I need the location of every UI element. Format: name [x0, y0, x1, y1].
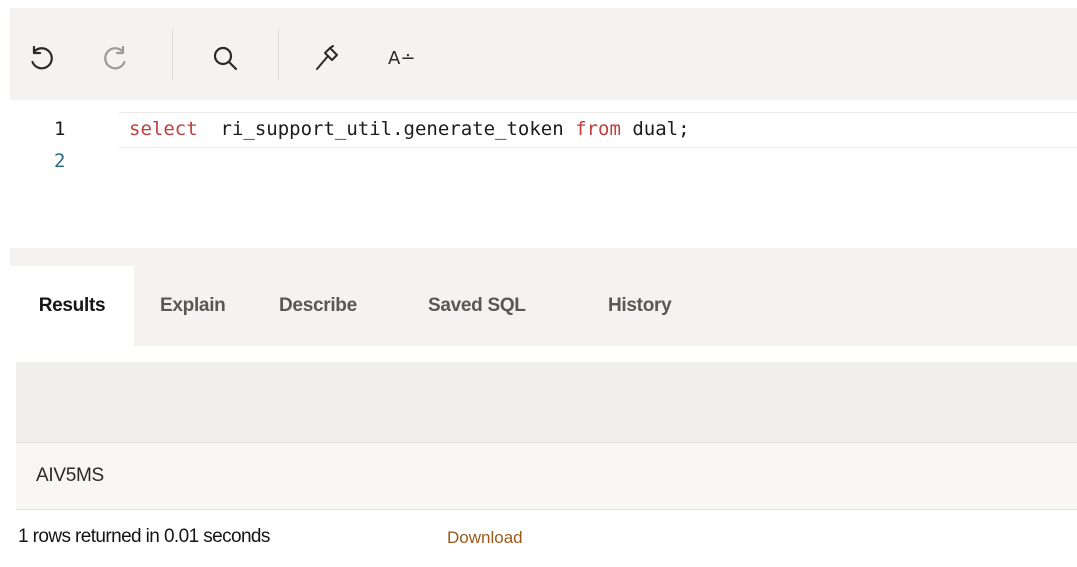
- tab-explain[interactable]: Explain: [160, 266, 226, 346]
- tab-describe[interactable]: Describe: [279, 266, 357, 346]
- tab-saved-sql[interactable]: Saved SQL: [428, 266, 526, 346]
- tab-results[interactable]: Results: [10, 266, 134, 346]
- code-expression: ri_support_util.generate_token: [197, 118, 576, 140]
- tab-history[interactable]: History: [608, 266, 672, 346]
- undo-button[interactable]: [24, 41, 58, 75]
- line-number: 2: [54, 150, 66, 172]
- results-column-header: [16, 362, 1077, 443]
- sql-statement: select ri_support_util.generate_token fr…: [129, 118, 690, 140]
- code-table: dual;: [620, 118, 690, 140]
- redo-button[interactable]: [99, 41, 133, 75]
- table-cell: AIV5MS: [36, 465, 104, 486]
- sql-workshop-page: A∸ 1 2 select ri_support_util.generate_t…: [0, 0, 1077, 567]
- font-size-button[interactable]: A∸: [388, 48, 415, 69]
- toolbar-divider: [172, 30, 173, 80]
- redo-icon: [102, 44, 130, 72]
- search-icon: [211, 44, 239, 72]
- code-line-active[interactable]: select ri_support_util.generate_token fr…: [119, 112, 1077, 148]
- toolbar-divider: [278, 30, 279, 80]
- results-panel: AIV5MS 1 rows returned in 0.01 seconds D…: [10, 346, 1077, 567]
- undo-icon: [27, 44, 55, 72]
- editor-toolbar: A∸: [10, 8, 1077, 100]
- find-button[interactable]: [208, 41, 242, 75]
- table-row[interactable]: AIV5MS: [16, 443, 1077, 510]
- line-number: 1: [54, 118, 66, 140]
- keyword-select: select: [129, 118, 198, 140]
- splitter-bar[interactable]: [10, 248, 1077, 266]
- keyword-from: from: [575, 118, 621, 140]
- sql-editor[interactable]: 1 2 select ri_support_util.generate_toke…: [10, 100, 1077, 248]
- rows-returned-status: 1 rows returned in 0.01 seconds: [18, 526, 270, 547]
- output-tabs: Results Explain Describe Saved SQL Histo…: [10, 266, 1077, 346]
- download-link[interactable]: Download: [447, 528, 523, 548]
- hammer-icon: [313, 44, 341, 72]
- query-builder-button[interactable]: [310, 41, 344, 75]
